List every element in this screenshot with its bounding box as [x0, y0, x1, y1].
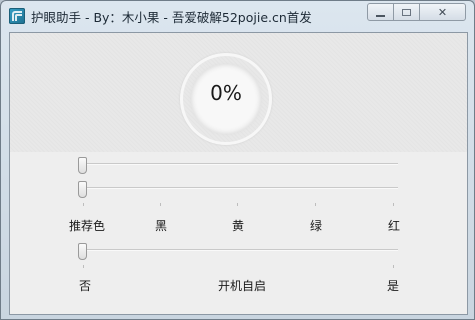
autostart-tick	[393, 265, 394, 268]
color-option-red: 红	[388, 219, 401, 233]
autostart-tick	[83, 265, 84, 268]
slider-1-track[interactable]	[80, 163, 398, 165]
window-title: 护眼助手 - By：木小果 - 吾爱破解52pojie.cn首发	[31, 10, 312, 25]
color-option-yellow: 黄	[232, 219, 245, 233]
color-tick	[393, 203, 394, 206]
autostart-on-label: 是	[387, 279, 400, 293]
close-icon: ✕	[437, 5, 448, 19]
autostart-slider-thumb[interactable]	[78, 243, 87, 260]
autostart-off-label: 否	[79, 279, 92, 293]
slider-1-thumb[interactable]	[78, 157, 87, 174]
color-option-black: 黑	[155, 219, 168, 233]
color-option-recommended: 推荐色	[69, 219, 106, 233]
progress-panel: 0%	[10, 33, 467, 152]
app-icon	[9, 8, 25, 24]
progress-percent: 0%	[210, 81, 242, 105]
title-bar[interactable]: 护眼助手 - By：木小果 - 吾爱破解52pojie.cn首发 ✕	[1, 1, 474, 31]
color-option-green: 绿	[310, 219, 323, 233]
close-button[interactable]: ✕	[419, 3, 466, 21]
maximize-icon	[402, 8, 411, 16]
color-tick	[315, 203, 316, 206]
app-window: 护眼助手 - By：木小果 - 吾爱破解52pojie.cn首发 ✕ 0% 推荐…	[0, 0, 475, 320]
autostart-slider-track[interactable]	[80, 249, 398, 251]
main-panel: 0% 推荐色 黑 黄 绿 红 否 开机自启 是	[9, 32, 468, 315]
color-slider-thumb[interactable]	[78, 181, 87, 198]
color-slider-track[interactable]	[80, 187, 398, 189]
maximize-button	[393, 3, 420, 21]
minimize-button[interactable]	[367, 3, 394, 21]
color-tick	[83, 203, 84, 206]
color-tick	[237, 203, 238, 206]
minimize-icon	[376, 14, 385, 17]
color-tick	[160, 203, 161, 206]
autostart-label: 开机自启	[218, 279, 267, 293]
